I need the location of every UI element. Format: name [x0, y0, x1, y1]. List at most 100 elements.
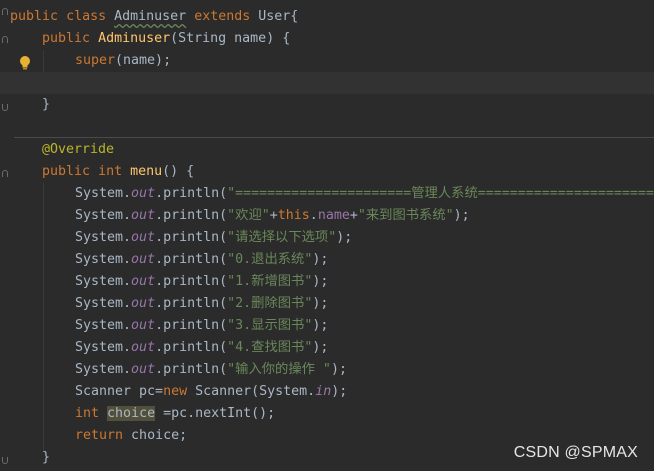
code-line[interactable]: public Adminuser(String name) {	[0, 28, 654, 50]
code-token: );	[312, 274, 329, 289]
code-token: =pc.nextInt();	[155, 406, 276, 421]
string-literal: "======================管理人系统============…	[227, 186, 654, 201]
code-token: .println(	[155, 340, 228, 355]
args: (name);	[115, 53, 172, 68]
string-literal: "来到图书系统"	[357, 208, 454, 223]
code-token: );	[336, 230, 353, 245]
code-line[interactable]: super(name);	[0, 50, 654, 72]
code-token: .println(	[155, 208, 228, 223]
keyword: new	[163, 384, 188, 399]
string-literal: "0.退出系统"	[227, 252, 313, 267]
code-token: System.	[75, 340, 132, 355]
code-token: .println(	[155, 362, 228, 377]
code-token: choice;	[123, 428, 188, 443]
annotation: @Override	[42, 142, 115, 157]
code-line[interactable]: System.out.println("====================…	[0, 183, 654, 205]
static-field: out	[131, 318, 156, 333]
watermark: CSDN @SPMAX	[513, 444, 638, 461]
brace: }	[42, 450, 51, 465]
code-token: .println(	[155, 230, 228, 245]
code-line[interactable]: System.out.println("4.查找图书");	[0, 337, 654, 359]
string-literal: "欢迎"	[227, 208, 270, 223]
parent-class: User	[258, 9, 291, 24]
code-token: Scanner pc=	[75, 384, 164, 399]
keyword: int	[98, 164, 123, 179]
code-line[interactable]: System.out.println("3.显示图书");	[0, 315, 654, 337]
code-line[interactable]: public int menu() {	[0, 161, 654, 183]
code-token: .println(	[155, 318, 228, 333]
string-literal: "4.查找图书"	[227, 340, 313, 355]
keyword: public	[42, 31, 91, 46]
static-field: out	[131, 252, 156, 267]
code-token: System.	[75, 186, 132, 201]
static-field: out	[131, 362, 156, 377]
code-line[interactable]: System.out.println("2.删除图书");	[0, 293, 654, 315]
code-token: .println(	[155, 274, 228, 289]
code-token: System.	[75, 252, 132, 267]
code-token: .println(	[155, 252, 228, 267]
code-token: );	[312, 252, 329, 267]
code-token: );	[312, 318, 329, 333]
code-token: System.	[75, 230, 132, 245]
params: (String name) {	[170, 31, 291, 46]
keyword: super	[75, 53, 116, 68]
keyword: int	[75, 406, 100, 421]
code-token: System.	[75, 274, 132, 289]
keyword: this	[277, 208, 310, 223]
code-token: );	[331, 384, 348, 399]
method-name: menu	[130, 164, 163, 179]
code-token: +	[269, 208, 278, 223]
code-token: );	[330, 362, 347, 377]
string-literal: "3.显示图书"	[227, 318, 313, 333]
current-line[interactable]	[0, 72, 654, 94]
field: name	[317, 208, 350, 223]
keyword: extends	[194, 9, 251, 24]
code-token: );	[312, 296, 329, 311]
static-field: out	[131, 340, 156, 355]
code-token: System.	[75, 362, 132, 377]
code-line[interactable]: public class Adminuser extends User{	[0, 6, 654, 28]
code-token: .println(	[155, 186, 228, 201]
keyword: return	[75, 428, 124, 443]
static-field: out	[131, 274, 156, 289]
code-line[interactable]: System.out.println("0.退出系统");	[0, 249, 654, 271]
code-token: Scanner(System.	[187, 384, 316, 399]
code-token: +	[349, 208, 358, 223]
code-line[interactable]: System.out.println("1.新增图书");	[0, 271, 654, 293]
code-line[interactable]: int choice =pc.nextInt();	[0, 403, 654, 425]
code-editor[interactable]: public class Adminuser extends User{ pub…	[0, 0, 654, 471]
code-line[interactable]: Scanner pc=new Scanner(System.in);	[0, 381, 654, 403]
code-line[interactable]: @Override	[0, 139, 654, 161]
constructor-name: Adminuser	[98, 31, 171, 46]
method-rest: () {	[162, 164, 195, 179]
code-token: System.	[75, 296, 132, 311]
code-token: .	[309, 208, 318, 223]
code-token: System.	[75, 318, 132, 333]
brace: }	[42, 97, 51, 112]
code-token: .println(	[155, 296, 228, 311]
class-name: Adminuser	[114, 9, 187, 24]
static-field: out	[131, 186, 156, 201]
keyword: class	[66, 9, 107, 24]
highlighted-variable: choice	[107, 406, 156, 421]
code-line[interactable]: System.out.println("请选择以下选项");	[0, 227, 654, 249]
code-token: );	[453, 208, 470, 223]
code-token: );	[312, 340, 329, 355]
keyword: public	[42, 164, 91, 179]
code-line[interactable]: System.out.println("欢迎"+this.name+"来到图书系…	[0, 205, 654, 227]
static-field: out	[131, 230, 156, 245]
code-token: System.	[75, 208, 132, 223]
string-literal: "输入你的操作 "	[227, 362, 331, 377]
static-field: in	[315, 384, 332, 399]
string-literal: "请选择以下选项"	[227, 230, 337, 245]
brace: {	[290, 9, 299, 24]
static-field: out	[131, 208, 156, 223]
keyword: public	[10, 9, 59, 24]
lightbulb-icon[interactable]	[18, 55, 32, 71]
code-area[interactable]: public class Adminuser extends User{ pub…	[0, 0, 654, 471]
string-literal: "2.删除图书"	[227, 296, 313, 311]
static-field: out	[131, 296, 156, 311]
code-line[interactable]: }	[0, 94, 654, 116]
string-literal: "1.新增图书"	[227, 274, 313, 289]
code-line[interactable]: System.out.println("输入你的操作 ");	[0, 359, 654, 381]
